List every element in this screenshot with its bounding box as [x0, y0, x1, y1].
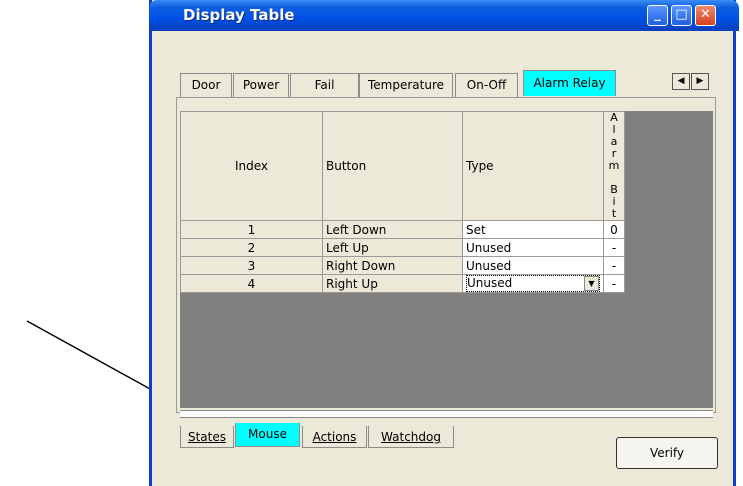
tab-on-off[interactable]: On-Off	[455, 73, 518, 97]
horizontal-scrollbar[interactable]	[180, 410, 713, 418]
tab-actions[interactable]: Actions	[302, 426, 367, 448]
minimize-icon: _	[654, 7, 661, 22]
display-table-window: Display Table _ □ ✕ Door Power Fail Temp…	[149, 0, 739, 486]
close-icon: ✕	[700, 7, 711, 22]
table-row: 1 Left Down Set 0	[180, 220, 625, 239]
chevron-down-icon[interactable]: ▼	[584, 276, 599, 291]
tab-fail[interactable]: Fail	[290, 73, 359, 97]
cell-bit[interactable]: 0	[603, 220, 625, 239]
table-row: 4 Right Up Unused ▼ -	[180, 274, 625, 293]
tab-alarm-relay[interactable]: Alarm Relay	[523, 70, 616, 96]
minimize-button[interactable]: _	[647, 5, 668, 26]
tab-states[interactable]: States	[180, 426, 234, 448]
header-button[interactable]: Button	[322, 111, 463, 221]
type-dropdown-cell[interactable]: Unused ▼	[462, 274, 604, 293]
cell-button[interactable]: Left Up	[322, 238, 463, 257]
cell-index[interactable]: 1	[180, 220, 323, 239]
table-row: 3 Right Down Unused -	[180, 256, 625, 275]
tab-temperature[interactable]: Temperature	[359, 73, 453, 97]
scroll-right-button[interactable]: ▶	[691, 73, 709, 90]
cell-button[interactable]: Right Up	[322, 274, 463, 293]
cell-type[interactable]: Set	[462, 220, 604, 239]
cell-type[interactable]: Unused	[462, 256, 604, 275]
type-dropdown[interactable]: Unused ▼	[466, 275, 600, 292]
header-alarm-bit[interactable]: Alarm Bit	[603, 111, 625, 221]
arrow-right-icon: ▶	[696, 76, 704, 86]
maximize-icon: □	[675, 7, 688, 22]
type-dropdown-value: Unused	[467, 276, 513, 290]
tab-door[interactable]: Door	[180, 73, 232, 97]
tab-watchdog[interactable]: Watchdog	[368, 426, 454, 448]
cell-button[interactable]: Left Down	[322, 220, 463, 239]
window-title: Display Table	[183, 6, 295, 24]
cell-index[interactable]: 4	[180, 274, 323, 293]
arrow-left-icon: ◀	[677, 76, 685, 86]
tab-power[interactable]: Power	[233, 73, 289, 97]
table-row: 2 Left Up Unused -	[180, 238, 625, 257]
cell-type[interactable]: Unused	[462, 238, 604, 257]
header-index[interactable]: Index	[180, 111, 323, 221]
table-header-row: Index Button Type Alarm Bit	[180, 111, 625, 221]
cell-bit[interactable]: -	[603, 238, 625, 257]
cell-index[interactable]: 2	[180, 238, 323, 257]
cell-index[interactable]: 3	[180, 256, 323, 275]
title-bar[interactable]: Display Table _ □ ✕	[149, 0, 739, 31]
cell-bit[interactable]: -	[603, 256, 625, 275]
cell-bit[interactable]: -	[603, 274, 625, 293]
header-type[interactable]: Type	[462, 111, 604, 221]
close-button[interactable]: ✕	[695, 5, 716, 26]
verify-button[interactable]: Verify	[616, 437, 718, 469]
tab-scroll-arrows: ◀ ▶	[672, 73, 710, 91]
scroll-left-button[interactable]: ◀	[672, 73, 690, 90]
maximize-button[interactable]: □	[671, 5, 692, 26]
tab-mouse[interactable]: Mouse	[235, 423, 300, 447]
cell-button[interactable]: Right Down	[322, 256, 463, 275]
alarm-relay-table: Index Button Type Alarm Bit 1 Left Down …	[180, 111, 625, 293]
